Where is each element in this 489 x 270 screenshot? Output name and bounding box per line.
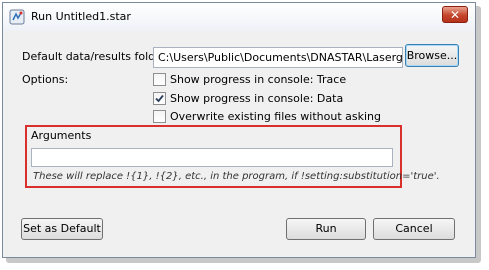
set-as-default-button[interactable]: Set as Default (21, 218, 103, 240)
data-label: Show progress in console: Data (170, 92, 344, 105)
folder-input[interactable]: C:\Users\Public\Documents\DNASTAR\Laserg… (153, 47, 403, 68)
arguments-title: Arguments (31, 129, 92, 142)
title-bar[interactable]: Run Untitled1.star ✕ (3, 3, 475, 31)
close-button[interactable]: ✕ (442, 6, 468, 23)
arguments-input[interactable] (31, 148, 393, 167)
trace-checkbox[interactable] (153, 73, 166, 86)
trace-label: Show progress in console: Trace (170, 73, 347, 86)
cancel-button[interactable]: Cancel (373, 218, 455, 240)
run-button[interactable]: Run (286, 218, 366, 240)
checkmark-icon (155, 94, 164, 103)
data-checkbox[interactable] (153, 92, 166, 105)
window-title: Run Untitled1.star (31, 10, 131, 23)
run-dialog: Run Untitled1.star ✕ Default data/result… (2, 2, 476, 258)
arguments-hint: These will replace !{1}, !{2}, etc., in … (33, 171, 440, 182)
folder-label: Default data/results folder: (22, 50, 170, 63)
options-label: Options: (22, 73, 69, 86)
close-icon: ✕ (449, 8, 461, 22)
browse-button[interactable]: Browse... (405, 44, 459, 67)
overwrite-checkbox[interactable] (153, 110, 166, 123)
overwrite-label: Overwrite existing files without asking (170, 110, 381, 123)
app-icon (9, 9, 25, 25)
